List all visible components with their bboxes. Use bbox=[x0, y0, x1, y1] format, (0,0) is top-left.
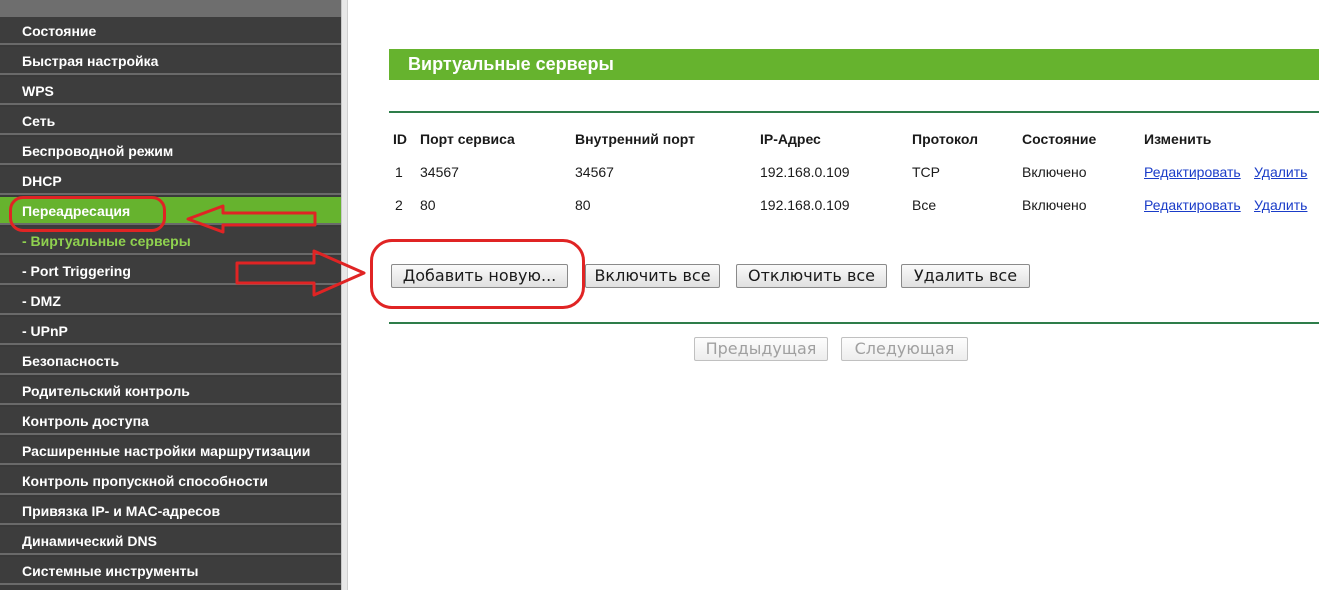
next-page-button[interactable]: Следующая bbox=[841, 337, 968, 361]
sidebar-item-network[interactable]: Сеть bbox=[0, 107, 341, 135]
table-top-divider bbox=[389, 111, 1319, 113]
sidebar-item-ip-mac-binding[interactable]: Привязка IP- и MAC-адресов bbox=[0, 497, 341, 525]
column-header-modify: Изменить bbox=[1144, 131, 1212, 147]
column-header-id: ID bbox=[393, 131, 407, 147]
row-protocol: Все bbox=[912, 197, 937, 213]
sidebar-item-advanced-routing[interactable]: Расширенные настройки маршрутизации bbox=[0, 437, 341, 465]
delete-all-button[interactable]: Удалить все bbox=[901, 264, 1030, 288]
row-protocol: TCP bbox=[912, 164, 940, 180]
disable-all-button[interactable]: Отключить все bbox=[736, 264, 887, 288]
row-status: Включено bbox=[1022, 197, 1087, 213]
sidebar-item-upnp[interactable]: - UPnP bbox=[0, 317, 341, 345]
sidebar-item-dhcp[interactable]: DHCP bbox=[0, 167, 341, 195]
edit-link[interactable]: Редактировать bbox=[1144, 197, 1241, 213]
sidebar-item-status[interactable]: Состояние bbox=[0, 17, 341, 45]
column-header-ip-address: IP-Адрес bbox=[760, 131, 821, 147]
sidebar-item-system-tools[interactable]: Системные инструменты bbox=[0, 557, 341, 585]
row-internal-port: 34567 bbox=[575, 164, 614, 180]
column-header-status: Состояние bbox=[1022, 131, 1097, 147]
sidebar-item-bandwidth-control[interactable]: Контроль пропускной способности bbox=[0, 467, 341, 495]
sidebar-item-access-control[interactable]: Контроль доступа bbox=[0, 407, 341, 435]
delete-link[interactable]: Удалить bbox=[1254, 197, 1307, 213]
sidebar-item-security[interactable]: Безопасность bbox=[0, 347, 341, 375]
edit-link[interactable]: Редактировать bbox=[1144, 164, 1241, 180]
row-status: Включено bbox=[1022, 164, 1087, 180]
row-id: 1 bbox=[395, 164, 403, 180]
row-service-port: 80 bbox=[420, 197, 436, 213]
sidebar-item-parental-control[interactable]: Родительский контроль bbox=[0, 377, 341, 405]
delete-link[interactable]: Удалить bbox=[1254, 164, 1307, 180]
table-bottom-divider bbox=[389, 322, 1319, 324]
sidebar-item-dynamic-dns[interactable]: Динамический DNS bbox=[0, 527, 341, 555]
row-ip-address: 192.168.0.109 bbox=[760, 164, 850, 180]
sidebar-item-wps[interactable]: WPS bbox=[0, 77, 341, 105]
row-id: 2 bbox=[395, 197, 403, 213]
annotation-arrow-right-icon bbox=[235, 249, 366, 297]
previous-page-button[interactable]: Предыдущая bbox=[694, 337, 828, 361]
annotation-arrow-left-icon bbox=[186, 204, 317, 234]
page-title: Виртуальные серверы bbox=[408, 54, 614, 74]
annotation-highlight-add-button bbox=[370, 239, 585, 309]
row-internal-port: 80 bbox=[575, 197, 591, 213]
column-header-protocol: Протокол bbox=[912, 131, 978, 147]
column-header-internal-port: Внутренний порт bbox=[575, 131, 695, 147]
row-service-port: 34567 bbox=[420, 164, 459, 180]
sidebar-item-quick-setup[interactable]: Быстрая настройка bbox=[0, 47, 341, 75]
sidebar-header bbox=[0, 0, 341, 17]
row-ip-address: 192.168.0.109 bbox=[760, 197, 850, 213]
enable-all-button[interactable]: Включить все bbox=[585, 264, 720, 288]
column-header-service-port: Порт сервиса bbox=[420, 131, 515, 147]
sidebar-item-wireless[interactable]: Беспроводной режим bbox=[0, 137, 341, 165]
annotation-highlight-forwarding bbox=[9, 196, 166, 232]
page-title-bar: Виртуальные серверы bbox=[389, 49, 1319, 80]
